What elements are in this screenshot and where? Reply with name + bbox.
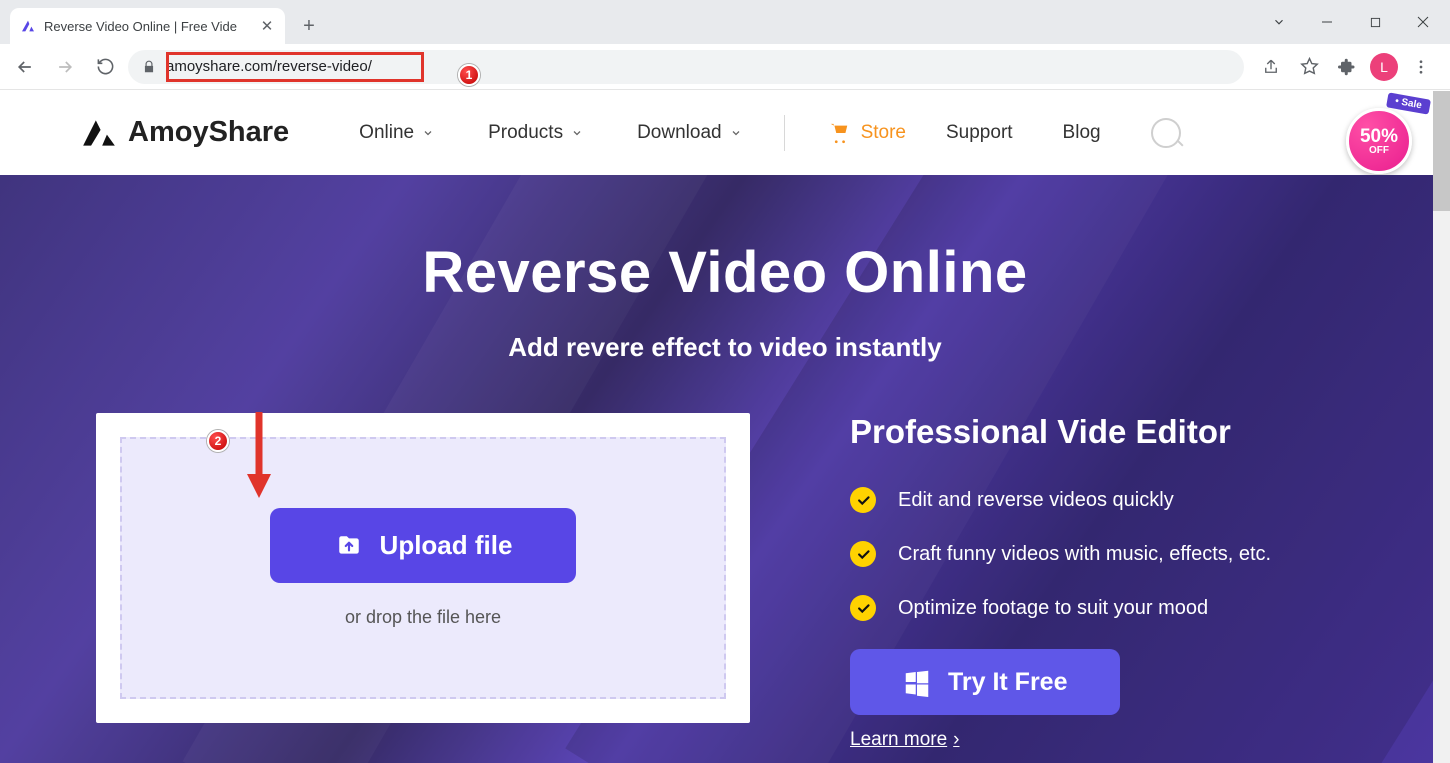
site-nav: AmoyShare Online Products Download Store… <box>0 90 1450 175</box>
nav-blog[interactable]: Blog <box>1063 122 1101 144</box>
windows-icon <box>902 667 932 697</box>
chevron-down-icon <box>571 127 583 139</box>
tab-strip: Reverse Video Online | Free Vide ✕ + <box>0 0 1450 44</box>
site-logo[interactable]: AmoyShare <box>80 114 289 152</box>
url-input[interactable]: amoyshare.com/reverse-video/ <box>128 50 1244 84</box>
feature-item: Craft funny videos with music, effects, … <box>850 541 1354 567</box>
nav-support[interactable]: Support <box>946 122 1013 144</box>
forward-button[interactable] <box>48 50 82 84</box>
address-bar: amoyshare.com/reverse-video/ L <box>0 44 1450 90</box>
url-text: amoyshare.com/reverse-video/ <box>166 58 372 75</box>
check-icon <box>850 595 876 621</box>
extensions-icon[interactable] <box>1332 52 1362 82</box>
hero: Reverse Video Online Add revere effect t… <box>0 175 1450 763</box>
nav-products[interactable]: Products <box>488 122 583 144</box>
learn-more-link[interactable]: Learn more › <box>850 729 960 751</box>
editor-column: Professional Vide Editor Edit and revers… <box>850 413 1354 751</box>
chevron-down-icon <box>422 127 434 139</box>
feature-item: Optimize footage to suit your mood <box>850 595 1354 621</box>
logo-text: AmoyShare <box>128 116 289 149</box>
upload-hint: or drop the file here <box>345 607 501 628</box>
search-icon[interactable] <box>1151 118 1181 148</box>
maximize-button[interactable] <box>1352 7 1398 37</box>
upload-card: Upload file or drop the file here <box>96 413 750 723</box>
sale-badge[interactable]: • Sale 50% OFF <box>1346 98 1424 176</box>
nav-divider <box>784 115 785 151</box>
close-icon[interactable]: ✕ <box>259 18 275 34</box>
editor-title: Professional Vide Editor <box>850 413 1354 451</box>
try-free-button[interactable]: Try It Free <box>850 649 1120 715</box>
chevron-right-icon: › <box>953 729 959 751</box>
tab-title: Reverse Video Online | Free Vide <box>44 19 251 34</box>
sale-circle: 50% OFF <box>1346 108 1412 174</box>
upload-button[interactable]: Upload file <box>270 508 577 583</box>
check-icon <box>850 487 876 513</box>
minimize-button[interactable] <box>1304 7 1350 37</box>
annotation-badge-2: 2 <box>207 430 229 452</box>
logo-icon <box>80 114 118 152</box>
upload-icon <box>334 533 364 559</box>
browser-tab[interactable]: Reverse Video Online | Free Vide ✕ <box>10 8 285 44</box>
close-window-button[interactable] <box>1400 7 1446 37</box>
page-subtitle: Add revere effect to video instantly <box>0 332 1450 363</box>
favicon-icon <box>20 18 36 34</box>
upload-dropzone[interactable]: Upload file or drop the file here <box>120 437 726 699</box>
page-title: Reverse Video Online <box>0 239 1450 306</box>
share-icon[interactable] <box>1256 52 1286 82</box>
nav-download[interactable]: Download <box>637 122 742 144</box>
annotation-badge-1: 1 <box>458 64 480 86</box>
cart-icon <box>827 122 851 144</box>
back-button[interactable] <box>8 50 42 84</box>
nav-store[interactable]: Store <box>827 122 906 144</box>
star-icon[interactable] <box>1294 52 1324 82</box>
check-icon <box>850 541 876 567</box>
chevron-down-icon <box>730 127 742 139</box>
nav-online[interactable]: Online <box>359 122 434 144</box>
reload-button[interactable] <box>88 50 122 84</box>
new-tab-button[interactable]: + <box>295 12 323 40</box>
menu-icon[interactable] <box>1406 52 1436 82</box>
chevron-down-icon[interactable] <box>1256 7 1302 37</box>
annotation-arrow-icon <box>244 408 274 500</box>
profile-avatar[interactable]: L <box>1370 53 1398 81</box>
feature-item: Edit and reverse videos quickly <box>850 487 1354 513</box>
lock-icon <box>142 60 156 74</box>
